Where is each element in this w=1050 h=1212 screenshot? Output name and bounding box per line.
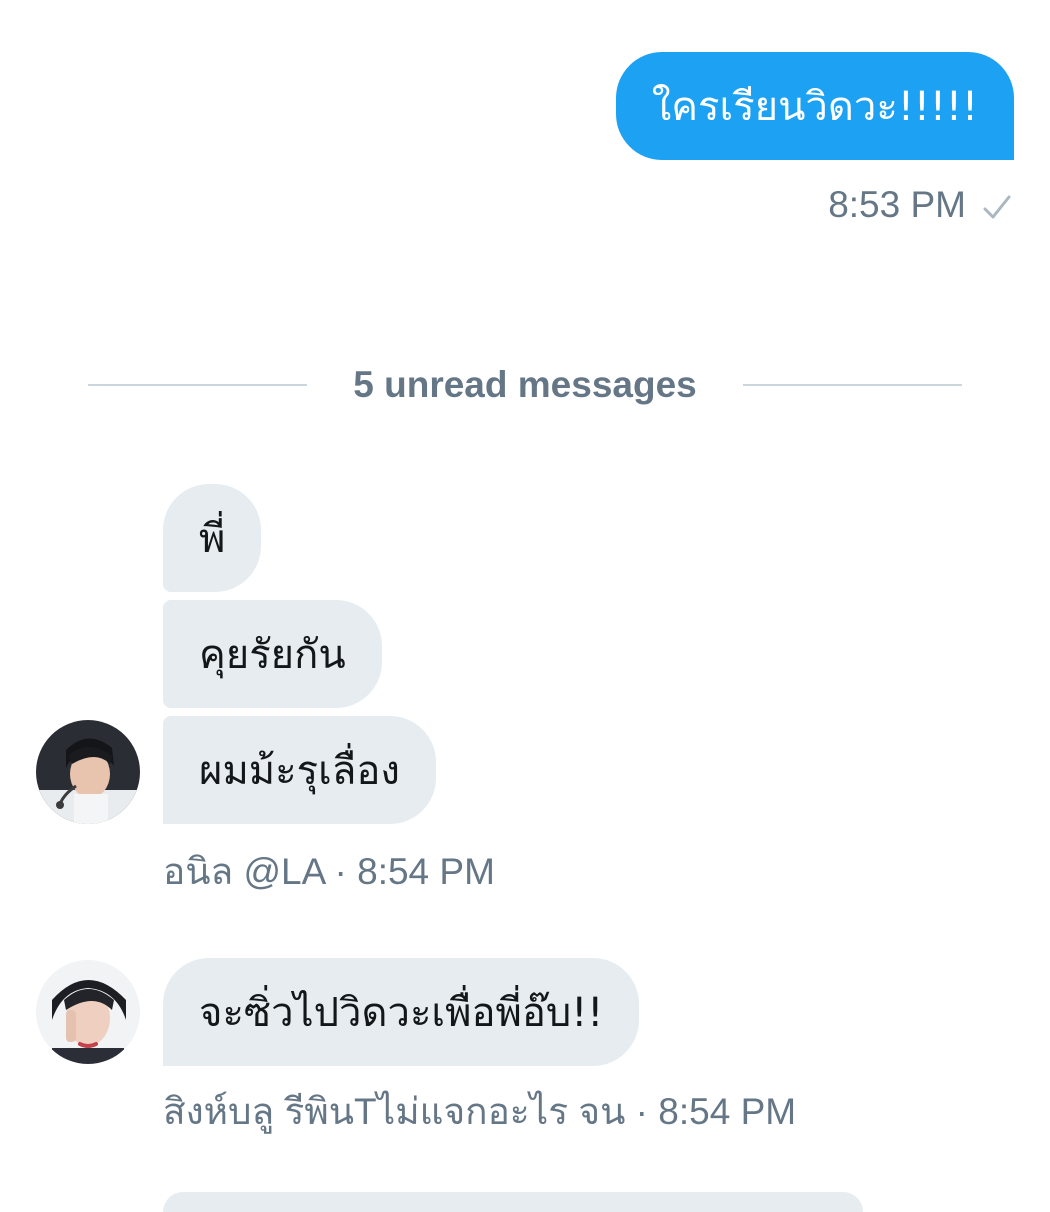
divider-line-right: [742, 384, 962, 386]
incoming-message-bubble-partial[interactable]: [163, 1192, 863, 1212]
incoming-message-text: พี่: [199, 516, 226, 562]
incoming-message-bubble[interactable]: คุยรัยกัน: [163, 600, 382, 708]
outgoing-message-bubble[interactable]: ใครเรียนวิดวะ!!!!!: [615, 52, 1014, 160]
incoming-message-bubble[interactable]: ผมม้ะรุเลื่อง: [163, 716, 436, 824]
incoming-message-text: ผมม้ะรุเลื่อง: [199, 748, 400, 794]
incoming-message-text: คุยรัยกัน: [199, 632, 346, 678]
divider-line-left: [88, 384, 308, 386]
unread-messages-label: 5 unread messages: [353, 364, 697, 405]
outgoing-message-meta: 8:53 PM: [828, 180, 1012, 230]
incoming-message-bubble[interactable]: จะซิ่วไปวิดวะเพื่อพี่อ๊บ!!: [163, 958, 640, 1066]
user-avatar-2[interactable]: [36, 960, 140, 1064]
user-avatar-1[interactable]: [36, 720, 140, 824]
incoming-message-meta: อนิล @LA · 8:54 PM: [163, 850, 495, 892]
outgoing-message-time: 8:53 PM: [828, 184, 966, 225]
incoming-message-bubble[interactable]: พี่: [163, 484, 262, 592]
incoming-message-meta: สิงห์บลู รีพินTไม่แจกอะไร จน · 8:54 PM: [163, 1090, 797, 1132]
unread-messages-divider: 5 unread messages: [88, 355, 962, 415]
sent-check-icon: [982, 190, 1012, 220]
outgoing-message-text: ใครเรียนวิดวะ!!!!!: [651, 84, 978, 130]
incoming-message-text: จะซิ่วไปวิดวะเพื่อพี่อ๊บ!!: [199, 990, 604, 1036]
